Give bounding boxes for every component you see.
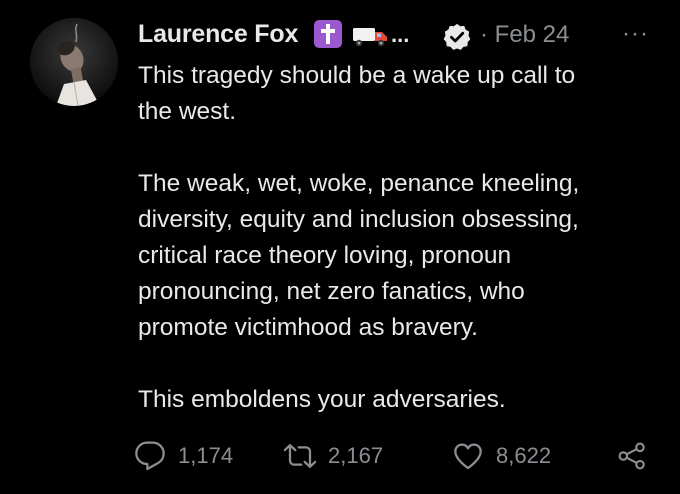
paragraph: The weak, wet, woke, penance kneeling, d… [138,166,658,346]
text-line: the west. [138,98,237,125]
tweet-header: Laurence Fox ... · Feb 24 ··· [138,16,658,56]
reply-icon [134,440,166,472]
name-truncation: ... [391,22,410,47]
tweet-date[interactable]: · Feb 24 [480,21,569,49]
retweet-button[interactable]: 2,167 [284,436,383,476]
retweet-count: 2,167 [328,443,384,468]
avatar[interactable] [30,18,118,106]
paragraph: This tragedy should be a wake up call to… [138,58,658,130]
text-line: This emboldens your adversaries. [138,386,506,413]
heart-icon [452,440,484,472]
like-count: 8,622 [496,443,552,468]
delivery-truck-emoji-icon [352,24,388,48]
like-button[interactable]: 8,622 [452,436,551,476]
text-line: pronouncing, net zero fanatics, who [138,278,525,305]
text-line: critical race theory loving, pronoun [138,242,512,269]
text-line: The weak, wet, woke, penance kneeling, [138,170,580,197]
share-icon[interactable] [616,440,648,472]
author-name[interactable]: Laurence Fox [138,20,298,49]
text-line: diversity, equity and inclusion obsessin… [138,206,579,233]
text-line: promote victimhood as bravery. [138,314,478,341]
more-options-icon[interactable]: ··· [622,20,649,48]
text-line: This tragedy should be a wake up call to [138,62,576,89]
retweet-icon [284,440,316,472]
verified-badge-icon [442,22,472,52]
reply-button[interactable]: 1,174 [134,436,233,476]
latin-cross-emoji-icon [314,20,342,48]
reply-count: 1,174 [178,443,234,468]
tweet-text: This tragedy should be a wake up call to… [138,58,658,418]
tweet[interactable]: Laurence Fox ... · Feb 24 ··· This trage… [0,0,680,494]
tweet-actions: 1,174 2,167 8,622 [134,436,654,476]
paragraph: This emboldens your adversaries. [138,382,658,418]
